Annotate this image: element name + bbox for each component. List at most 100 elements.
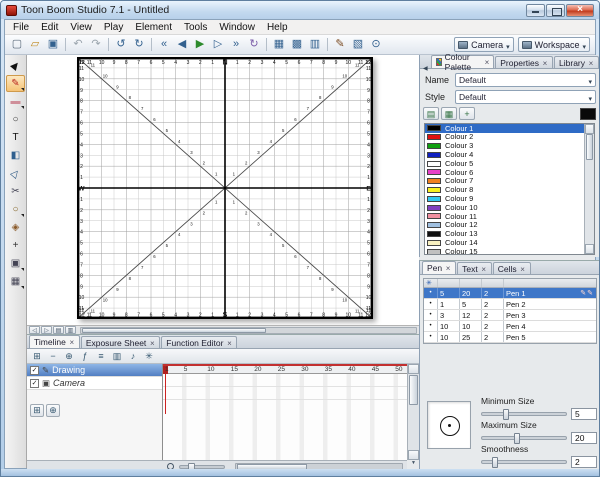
scroll-down-icon[interactable]	[585, 244, 594, 254]
scrollbar-thumb[interactable]	[409, 375, 418, 405]
tab-timeline[interactable]: Timeline	[29, 335, 80, 348]
tab-exposure-sheet[interactable]: Exposure Sheet	[81, 336, 160, 348]
maximize-button[interactable]	[546, 4, 565, 17]
new-colour-button[interactable]: +	[459, 107, 475, 120]
track-row-camera[interactable]: ✓▣Camera	[27, 377, 162, 390]
first-frame-button[interactable]: «	[155, 36, 173, 53]
menu-window[interactable]: Window	[213, 21, 261, 34]
sound-toggle-button[interactable]: ♪	[126, 350, 140, 363]
colour-row[interactable]: Colour 15	[425, 247, 584, 255]
colour-row[interactable]: Colour 4	[425, 150, 584, 159]
titlebar[interactable]: Toon Boom Studio 7.1 - Untitled	[1, 1, 599, 19]
undo-button[interactable]: ↶	[69, 36, 87, 53]
menu-edit[interactable]: Edit	[35, 21, 64, 34]
colour-list-scrollbar[interactable]	[584, 124, 594, 254]
scroll-down-icon[interactable]	[408, 450, 419, 460]
open-button[interactable]: ▱	[26, 36, 44, 53]
close-button[interactable]	[566, 4, 594, 17]
maximum-size-slider[interactable]	[481, 436, 567, 440]
maximum-size-value[interactable]: 20	[571, 432, 597, 444]
save-button[interactable]: ▣	[44, 36, 62, 53]
zoom-tool[interactable]: ○	[6, 111, 25, 128]
add-element-button[interactable]: ⊞	[30, 350, 44, 363]
onion-skin-toggle-button[interactable]: ▥	[110, 350, 124, 363]
motion-tool[interactable]: +	[6, 237, 25, 254]
palette-swatch-view-button[interactable]: ▦	[441, 107, 457, 120]
onion-skin-button[interactable]: ▥	[306, 36, 324, 53]
add-drawing-element-button[interactable]: ⊞	[30, 404, 44, 417]
slider-thumb[interactable]	[514, 433, 520, 444]
tab-properties[interactable]: Properties	[495, 56, 553, 68]
camera-tool[interactable]: ▣	[6, 255, 25, 272]
pen-row[interactable]: •152Pen 2	[424, 299, 596, 310]
canvas-horizontal-scrollbar[interactable]	[80, 327, 417, 334]
flip-drawings-button[interactable]: ▤	[53, 326, 64, 334]
hand-tool[interactable]: ◈	[6, 219, 25, 236]
next-frame-button[interactable]: ▷	[209, 36, 227, 53]
scroll-up-icon[interactable]	[408, 364, 419, 374]
colour-row[interactable]: Colour 10	[425, 203, 584, 212]
close-tab-icon[interactable]	[520, 264, 526, 274]
tab-function-editor[interactable]: Function Editor	[161, 336, 237, 348]
show-functions-button[interactable]: ƒ	[78, 350, 92, 363]
timeline-ruler[interactable]: 15101520253035404550	[163, 364, 407, 374]
scene-select-tool[interactable]: ▷	[6, 165, 25, 182]
show-grid-button[interactable]: ▦	[270, 36, 288, 53]
pen-row[interactable]: •5202Pen 1✎✎	[424, 288, 596, 299]
close-tab-icon[interactable]	[69, 337, 75, 347]
smoothness-value[interactable]: 2	[571, 456, 597, 468]
close-tab-icon[interactable]	[485, 57, 490, 67]
timeline-frames[interactable]	[163, 374, 407, 460]
loop-button[interactable]: ↻	[245, 36, 263, 53]
grid-tool[interactable]: ▦	[6, 273, 25, 290]
slider-thumb[interactable]	[503, 409, 509, 420]
scroll-up-icon[interactable]	[585, 124, 594, 134]
sceneplanning-mode-button[interactable]: ▧	[349, 36, 367, 53]
rotate-ccw-button[interactable]: ↺	[112, 36, 130, 53]
select-tool[interactable]: ▶	[6, 57, 25, 74]
rotate-cw-button[interactable]: ↻	[130, 36, 148, 53]
delete-element-button[interactable]: −	[46, 350, 60, 363]
add-peg-button[interactable]: ⊕	[62, 350, 76, 363]
tab-pen[interactable]: Pen	[422, 261, 456, 274]
pen-row[interactable]: •3122Pen 3	[424, 310, 596, 321]
tab-colour-palette[interactable]: Colour Palette	[431, 55, 495, 68]
rotate-tool[interactable]: ○	[6, 201, 25, 218]
menu-file[interactable]: File	[7, 21, 35, 34]
close-tab-icon[interactable]	[226, 338, 232, 348]
filter-tracks-button[interactable]: ≡	[94, 350, 108, 363]
colour-row[interactable]: Colour 14	[425, 238, 584, 247]
palette-style-combo[interactable]: Default	[455, 90, 596, 104]
colour-row[interactable]: Colour 9	[425, 194, 584, 203]
track-visibility-checkbox[interactable]: ✓	[30, 366, 39, 375]
pen-row[interactable]: •10102Pen 4	[424, 321, 596, 332]
track-row-drawing[interactable]: ✓✎Drawing	[27, 364, 162, 377]
colour-row[interactable]: Colour 5	[425, 159, 584, 168]
tab-cells[interactable]: Cells	[493, 262, 531, 274]
add-peg-element-button[interactable]: ⊕	[46, 404, 60, 417]
close-tab-icon[interactable]	[588, 58, 594, 68]
text-tool[interactable]: T	[6, 129, 25, 146]
minimize-button[interactable]	[526, 4, 545, 17]
previous-drawing-button[interactable]: ◁	[29, 326, 40, 334]
close-tab-icon[interactable]	[542, 58, 548, 68]
paint-tool[interactable]: ◧	[6, 147, 25, 164]
timeline-vertical-scrollbar[interactable]	[407, 364, 419, 460]
snap-grid-button[interactable]: ▩	[288, 36, 306, 53]
current-colour-swatch[interactable]	[580, 108, 596, 120]
minimum-size-value[interactable]: 5	[571, 408, 597, 420]
close-tab-icon[interactable]	[445, 263, 451, 273]
last-frame-button[interactable]: »	[227, 36, 245, 53]
scrollbar-thumb[interactable]	[82, 328, 266, 333]
menu-play[interactable]: Play	[98, 21, 129, 34]
minimum-size-slider[interactable]	[481, 412, 567, 416]
palette-name-combo[interactable]: Default	[455, 73, 596, 87]
palette-list-view-button[interactable]: ▤	[423, 107, 439, 120]
redo-button[interactable]: ↷	[87, 36, 105, 53]
light-table-button[interactable]: ▥	[65, 326, 76, 334]
brush-tool[interactable]: ✎	[6, 75, 25, 92]
tab-library[interactable]: Library	[554, 56, 599, 68]
tab-text[interactable]: Text	[457, 262, 492, 274]
timeline-settings-button[interactable]: ✳	[142, 350, 156, 363]
track-visibility-checkbox[interactable]: ✓	[30, 379, 39, 388]
